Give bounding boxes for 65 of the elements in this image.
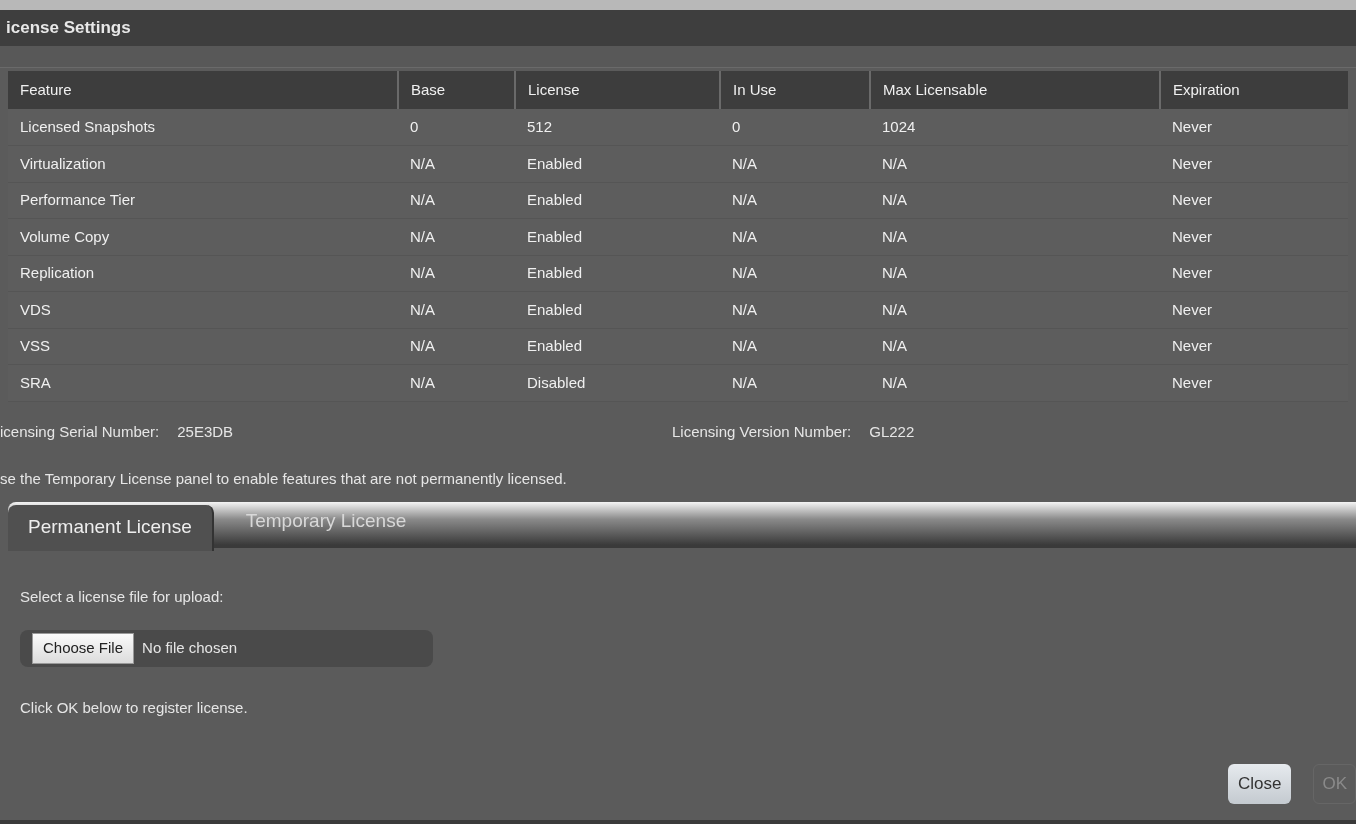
column-header[interactable]: In Use <box>720 71 870 109</box>
table-cell: Never <box>1160 218 1348 255</box>
column-header[interactable]: License <box>515 71 720 109</box>
table-cell: N/A <box>870 182 1160 219</box>
table-cell: Never <box>1160 109 1348 146</box>
serial-number-value: 25E3DB <box>177 422 234 443</box>
table-cell: Never <box>1160 291 1348 328</box>
table-cell: N/A <box>398 145 515 182</box>
table-cell: Never <box>1160 182 1348 219</box>
table-cell: 1024 <box>870 109 1160 146</box>
tab[interactable]: Permanent License <box>8 504 214 551</box>
table-cell: N/A <box>870 145 1160 182</box>
register-hint: Click OK below to register license. <box>20 698 249 718</box>
table-cell: N/A <box>720 291 870 328</box>
table-cell: N/A <box>720 218 870 255</box>
table-cell: Enabled <box>515 328 720 365</box>
column-header[interactable]: Max Licensable <box>870 71 1160 109</box>
version-number-label: Licensing Version Number: <box>672 422 852 443</box>
table-cell: Enabled <box>515 255 720 292</box>
table-cell: N/A <box>870 255 1160 292</box>
table-cell: N/A <box>720 364 870 401</box>
version-number-value: GL222 <box>869 422 915 443</box>
table-cell: Enabled <box>515 182 720 219</box>
window-title: icense Settings <box>6 17 131 40</box>
upload-prompt: Select a license file for upload: <box>20 586 225 607</box>
table-cell: N/A <box>398 328 515 365</box>
column-header[interactable]: Feature <box>8 71 398 109</box>
table-cell: N/A <box>870 291 1160 328</box>
table-cell: Volume Copy <box>8 218 398 255</box>
table-cell: Virtualization <box>8 145 398 182</box>
table-cell: Performance Tier <box>8 182 398 219</box>
table-cell: N/A <box>870 328 1160 365</box>
table-cell: Never <box>1160 255 1348 292</box>
table-cell: 0 <box>398 109 515 146</box>
info-text: se the Temporary License panel to enable features that are not permanently licensed. <box>0 469 567 490</box>
table-cell: N/A <box>398 182 515 219</box>
table-cell: 512 <box>515 109 720 146</box>
table-cell: Replication <box>8 255 398 292</box>
table-cell: Enabled <box>515 291 720 328</box>
table-cell: N/A <box>720 145 870 182</box>
table-cell: N/A <box>720 328 870 365</box>
column-header[interactable]: Expiration <box>1160 71 1348 109</box>
table-cell: N/A <box>870 364 1160 401</box>
table-cell: N/A <box>720 182 870 219</box>
table-cell: N/A <box>398 255 515 292</box>
column-header[interactable]: Base <box>398 71 515 109</box>
table-cell: N/A <box>870 218 1160 255</box>
table-cell: Enabled <box>515 218 720 255</box>
table-cell: N/A <box>398 291 515 328</box>
serial-number-label: icensing Serial Number: <box>0 422 160 443</box>
table-cell: Disabled <box>515 364 720 401</box>
table-cell: VSS <box>8 328 398 365</box>
file-input[interactable]: Choose File No file chosen <box>20 630 433 667</box>
dialog-button[interactable]: Close <box>1227 764 1292 804</box>
table-cell: VDS <box>8 291 398 328</box>
table-cell: Licensed Snapshots <box>8 109 398 146</box>
table-cell: N/A <box>720 255 870 292</box>
table-cell: Never <box>1160 328 1348 365</box>
table-cell: 0 <box>720 109 870 146</box>
table-cell: Enabled <box>515 145 720 182</box>
table-cell: Never <box>1160 145 1348 182</box>
table-cell: N/A <box>398 218 515 255</box>
table-cell: Never <box>1160 364 1348 401</box>
table-cell: N/A <box>398 364 515 401</box>
table-cell: SRA <box>8 364 398 401</box>
